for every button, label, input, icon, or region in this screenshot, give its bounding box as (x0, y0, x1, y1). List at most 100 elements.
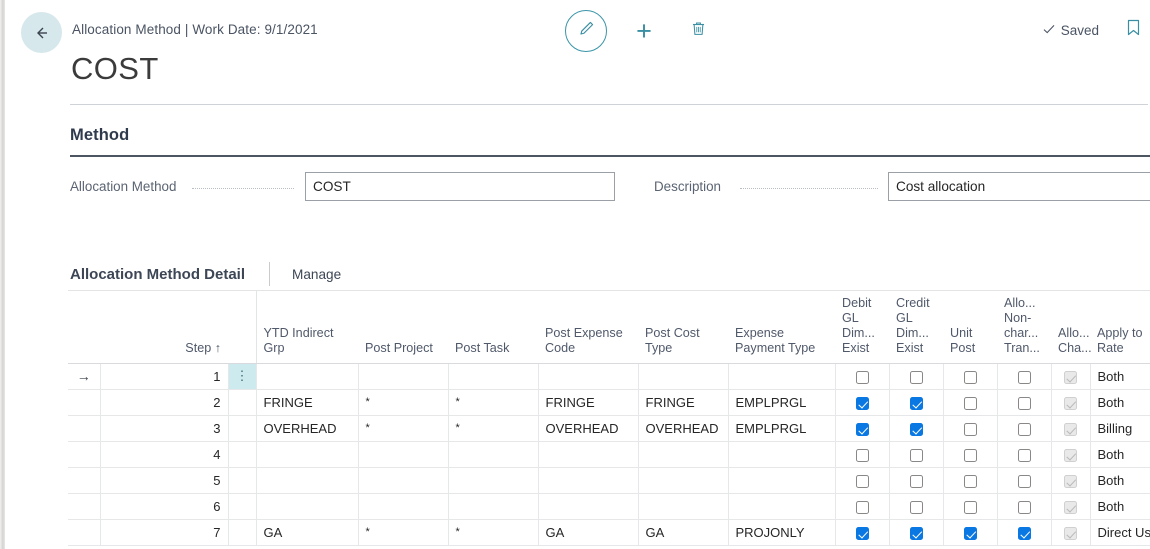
cell-step[interactable]: 5 (100, 467, 229, 494)
cell-post-expense-code[interactable]: OVERHEAD (538, 415, 639, 442)
cell-debit-gl-dim-exist[interactable] (835, 363, 890, 390)
cell-debit-gl-dim-exist[interactable] (835, 441, 890, 468)
cell-post-task[interactable] (448, 467, 539, 494)
cell-post-expense-code[interactable] (538, 493, 639, 520)
manage-menu-button[interactable]: Manage (292, 267, 341, 282)
cell-apply-to-rate[interactable]: Both (1090, 389, 1150, 416)
col-allo-non-char-tran[interactable]: Allo... Non- char... Tran... (997, 291, 1051, 364)
cell-debit-gl-dim-exist[interactable] (835, 519, 890, 546)
checkbox[interactable] (855, 396, 869, 410)
cell-step[interactable]: 7 (100, 519, 229, 546)
back-button[interactable] (21, 12, 62, 53)
cell-apply-to-rate[interactable]: Both (1090, 441, 1150, 468)
cell-credit-gl-dim-exist[interactable] (889, 467, 944, 494)
cell-unit-post[interactable] (943, 467, 998, 494)
table-row[interactable]: 6 Both (68, 493, 1150, 520)
cell-apply-to-rate[interactable]: Both (1090, 363, 1150, 390)
cell-step[interactable]: 6 (100, 493, 229, 520)
checkbox[interactable] (855, 448, 869, 462)
checkbox[interactable] (1017, 422, 1031, 436)
checkbox[interactable] (1017, 526, 1031, 540)
cell-allo-non-char-tran[interactable] (997, 441, 1052, 468)
cell-debit-gl-dim-exist[interactable] (835, 467, 890, 494)
checkbox[interactable] (963, 370, 977, 384)
cell-expense-payment-type[interactable] (728, 493, 836, 520)
cell-expense-payment-type[interactable]: EMPLPRGL (728, 389, 836, 416)
edit-button[interactable] (565, 10, 607, 52)
cell-post-project[interactable]: * (358, 519, 449, 546)
cell-post-expense-code[interactable]: GA (538, 519, 639, 546)
cell-allo-non-char-tran[interactable] (997, 493, 1052, 520)
cell-allo-non-char-tran[interactable] (997, 389, 1052, 416)
cell-post-cost-type[interactable] (638, 441, 729, 468)
cell-ytd-indirect-grp[interactable] (256, 441, 359, 468)
cell-debit-gl-dim-exist[interactable] (835, 389, 890, 416)
cell-allo-non-char-tran[interactable] (997, 363, 1052, 390)
cell-post-cost-type[interactable]: OVERHEAD (638, 415, 729, 442)
table-row[interactable]: 3 OVERHEAD * * OVERHEAD OVERHEAD EMPLPRGL Billi… (68, 415, 1150, 442)
cell-expense-payment-type[interactable] (728, 467, 836, 494)
cell-post-expense-code[interactable] (538, 441, 639, 468)
row-menu-button[interactable]: ⋮ (228, 363, 257, 390)
checkbox[interactable] (909, 396, 923, 410)
table-row[interactable]: 7GA**GAGAPROJONLYDirect Usage (68, 519, 1150, 546)
table-row[interactable]: 4 Both (68, 441, 1150, 468)
cell-post-project[interactable] (358, 363, 449, 390)
checkbox[interactable] (963, 500, 977, 514)
checkbox[interactable] (963, 422, 977, 436)
cell-credit-gl-dim-exist[interactable] (889, 389, 944, 416)
cell-credit-gl-dim-exist[interactable] (889, 493, 944, 520)
cell-unit-post[interactable] (943, 363, 998, 390)
checkbox[interactable] (909, 500, 923, 514)
checkbox[interactable] (855, 500, 869, 514)
cell-post-cost-type[interactable] (638, 493, 729, 520)
cell-post-cost-type[interactable] (638, 363, 729, 390)
breadcrumb[interactable]: Allocation Method | Work Date: 9/1/2021 (72, 22, 318, 37)
cell-expense-payment-type[interactable]: EMPLPRGL (728, 415, 836, 442)
checkbox[interactable] (1017, 396, 1031, 410)
cell-apply-to-rate[interactable]: Both (1090, 467, 1150, 494)
cell-unit-post[interactable] (943, 519, 998, 546)
checkbox[interactable] (909, 474, 923, 488)
cell-post-cost-type[interactable] (638, 467, 729, 494)
cell-post-task[interactable] (448, 441, 539, 468)
cell-credit-gl-dim-exist[interactable] (889, 415, 944, 442)
cell-apply-to-rate[interactable]: Both (1090, 493, 1150, 520)
cell-post-cost-type[interactable]: GA (638, 519, 729, 546)
cell-post-task[interactable] (448, 493, 539, 520)
checkbox[interactable] (909, 448, 923, 462)
cell-apply-to-rate[interactable]: Billing (1090, 415, 1150, 442)
checkbox[interactable] (1017, 448, 1031, 462)
col-debit-gl-dim-exist[interactable]: Debit GL Dim... Exist (835, 291, 889, 364)
cell-unit-post[interactable] (943, 389, 998, 416)
cell-post-expense-code[interactable]: FRINGE (538, 389, 639, 416)
cell-unit-post[interactable] (943, 493, 998, 520)
table-row[interactable]: 5 Both (68, 467, 1150, 494)
cell-post-cost-type[interactable]: FRINGE (638, 389, 729, 416)
checkbox[interactable] (909, 370, 923, 384)
cell-debit-gl-dim-exist[interactable] (835, 493, 890, 520)
col-unit-post[interactable]: Unit Post (943, 291, 997, 364)
cell-post-project[interactable] (358, 441, 449, 468)
checkbox[interactable] (963, 396, 977, 410)
checkbox[interactable] (1017, 370, 1031, 384)
cell-credit-gl-dim-exist[interactable] (889, 441, 944, 468)
cell-post-task[interactable] (448, 363, 539, 390)
col-allo-cha[interactable]: Allo... Cha... (1051, 291, 1092, 364)
cell-unit-post[interactable] (943, 415, 998, 442)
cell-ytd-indirect-grp[interactable]: FRINGE (256, 389, 359, 416)
cell-post-project[interactable] (358, 467, 449, 494)
checkbox[interactable] (1017, 500, 1031, 514)
cell-credit-gl-dim-exist[interactable] (889, 519, 944, 546)
cell-ytd-indirect-grp[interactable] (256, 493, 359, 520)
col-apply-to-rate[interactable]: Apply to Rate (1090, 291, 1150, 364)
cell-unit-post[interactable] (943, 441, 998, 468)
bookmark-button[interactable] (1125, 18, 1142, 42)
table-row[interactable]: → 1 ⋮ Both (68, 363, 1150, 390)
cell-post-expense-code[interactable] (538, 467, 639, 494)
cell-post-project[interactable]: * (358, 415, 449, 442)
col-step[interactable]: Step ↑ (100, 291, 228, 364)
allocation-method-input[interactable]: COST (305, 172, 615, 201)
cell-step[interactable]: 3 (100, 415, 229, 442)
cell-debit-gl-dim-exist[interactable] (835, 415, 890, 442)
